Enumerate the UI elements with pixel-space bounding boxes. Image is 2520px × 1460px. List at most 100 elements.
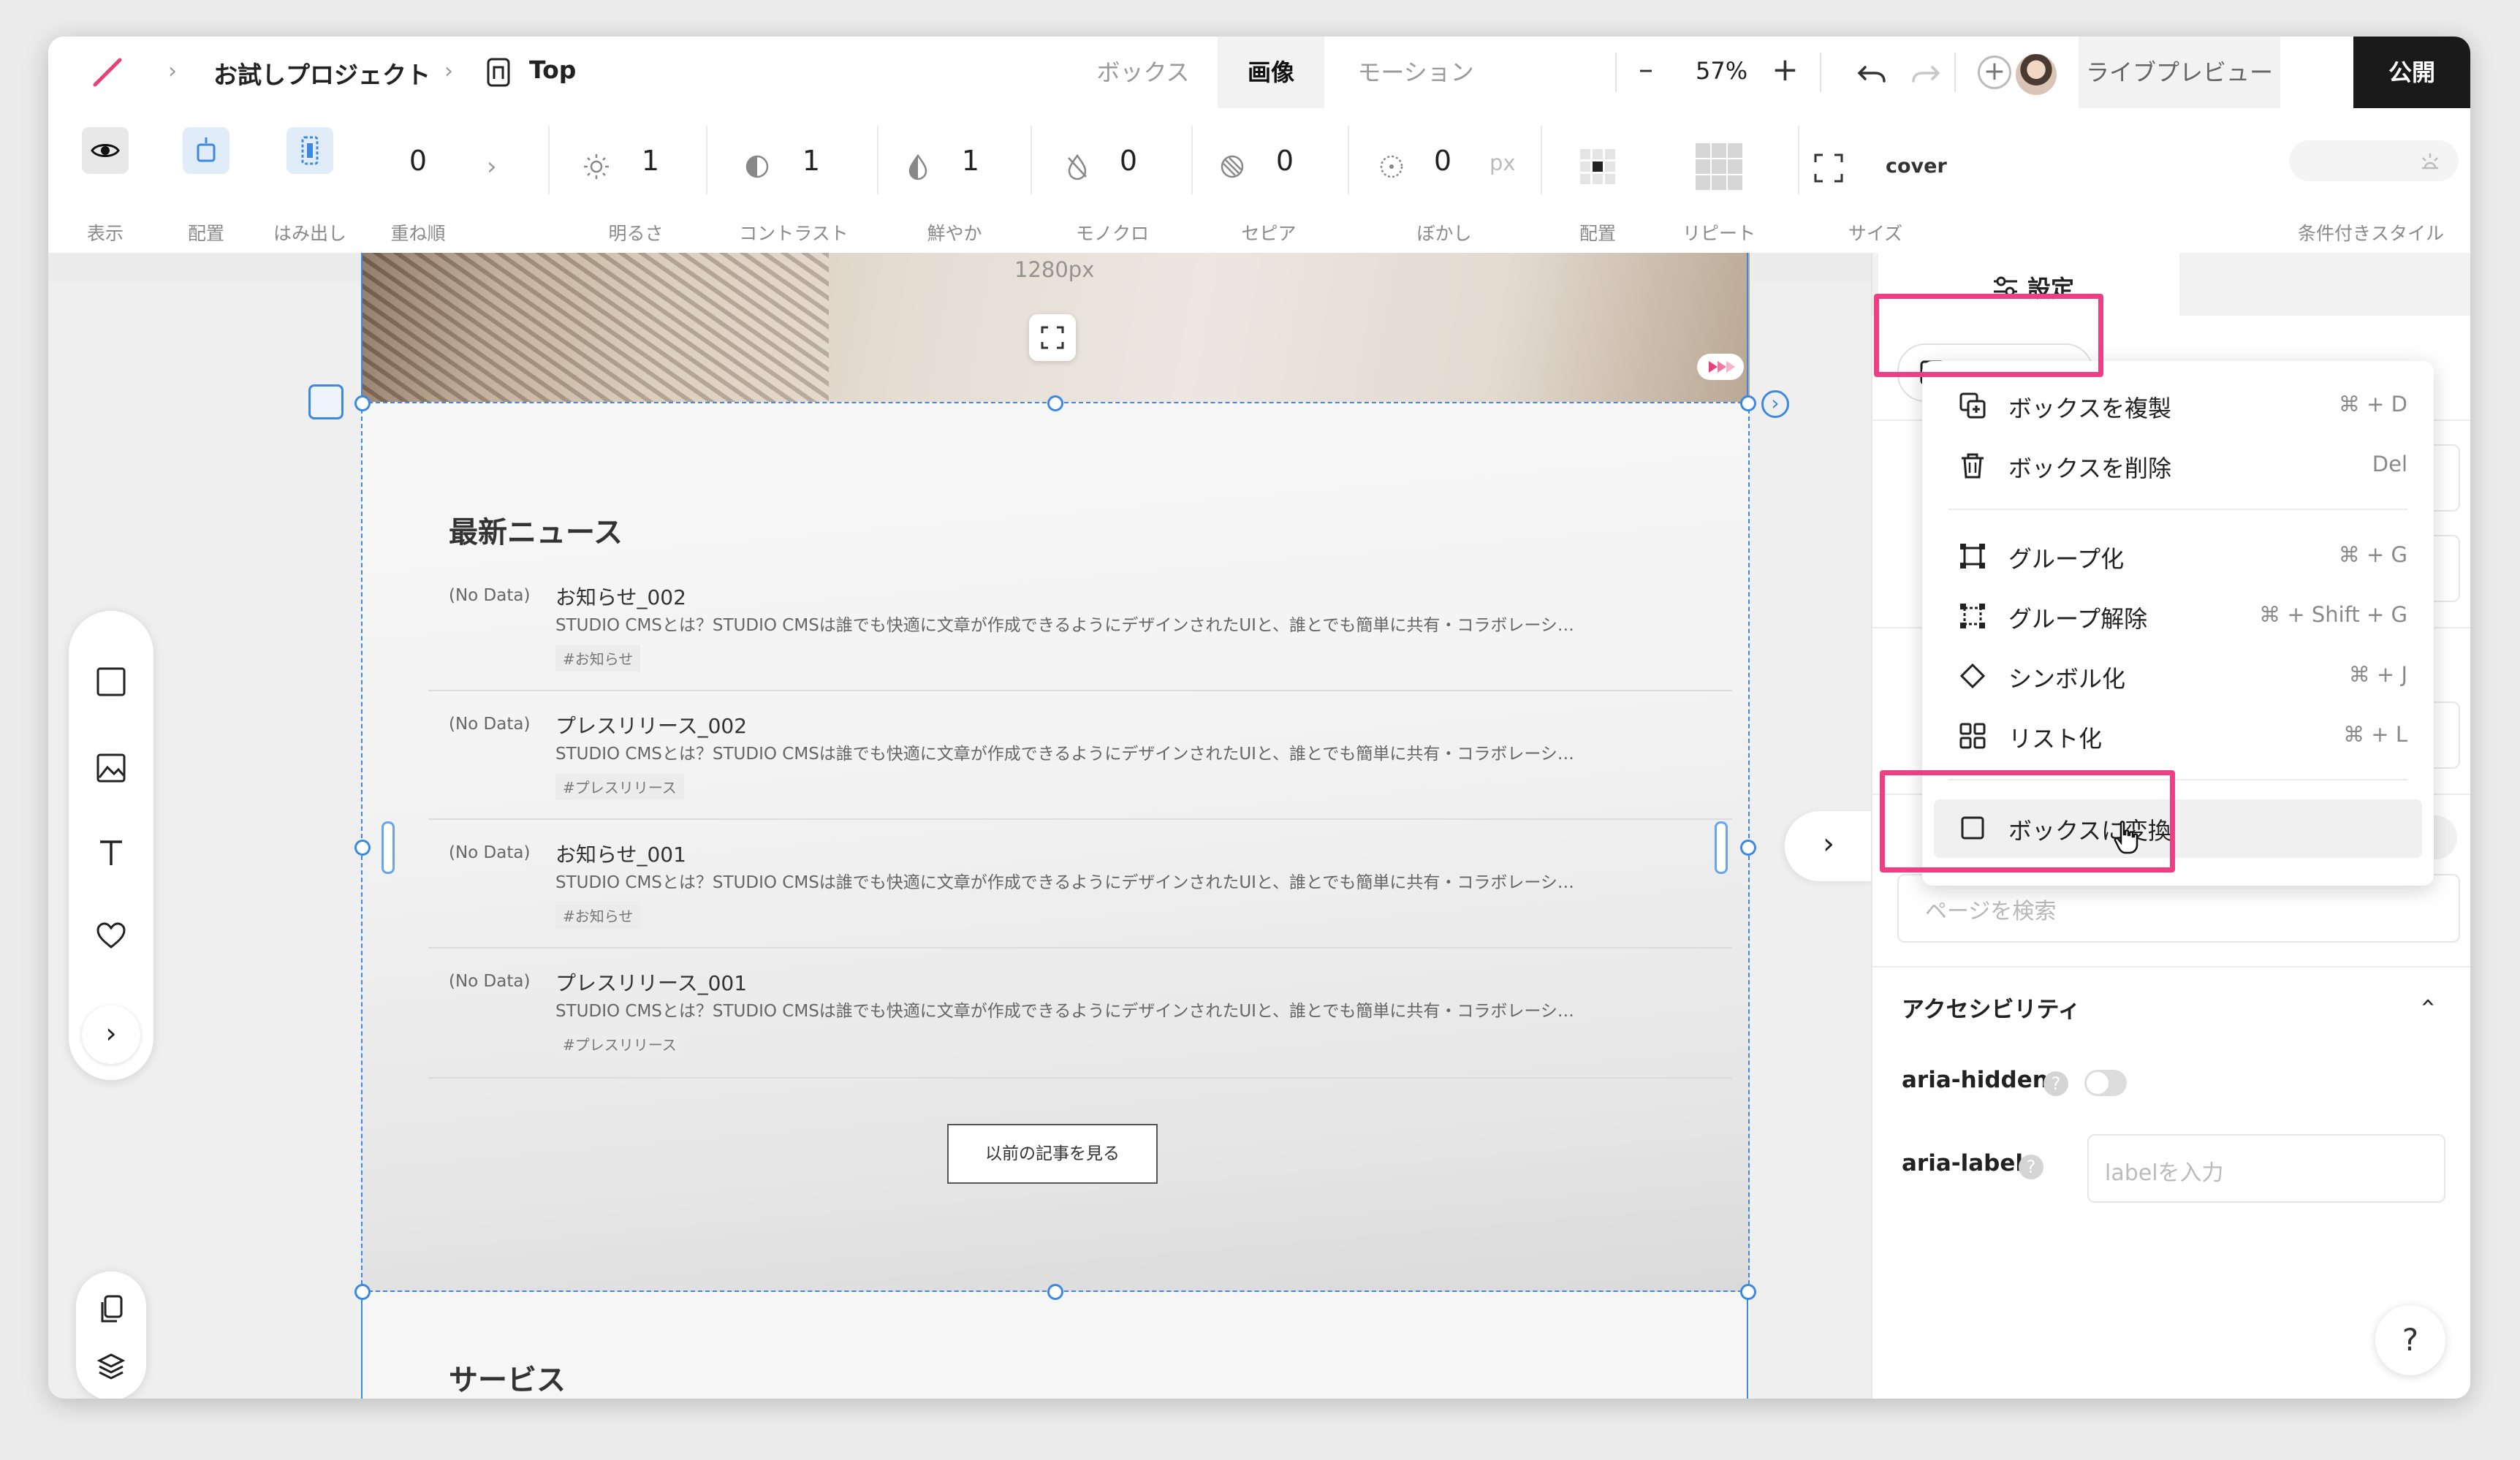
news-date: (No Data) — [449, 843, 531, 862]
sepia-value[interactable]: 0 — [1276, 145, 1294, 177]
toolbar-label: 表示 — [86, 223, 124, 244]
resize-handle[interactable] — [1047, 395, 1063, 411]
aria-label-input[interactable]: labelを入力 — [2087, 1134, 2445, 1203]
undo-icon[interactable] — [1856, 57, 1889, 86]
menu-item-label: グループ化 — [2008, 545, 2125, 573]
size-value[interactable]: cover — [1886, 155, 1947, 178]
resize-handle[interactable] — [354, 1284, 371, 1300]
publish-button[interactable]: 公開 — [2353, 37, 2470, 108]
box-tool-icon[interactable] — [96, 666, 126, 697]
blur-unit: px — [1489, 151, 1516, 175]
width-indicator: 1280px — [1014, 257, 1095, 282]
ungroup-icon — [1960, 604, 1985, 628]
chevron-up-icon[interactable]: › — [2413, 997, 2442, 1008]
panel-toggle-button[interactable]: › — [1785, 811, 1871, 881]
tab-motion[interactable]: モーション — [1324, 37, 1507, 108]
align-toggle[interactable] — [183, 127, 229, 174]
fullscreen-button[interactable] — [1029, 314, 1076, 361]
services-title[interactable]: サービス — [449, 1356, 566, 1399]
menu-item-symbolize[interactable]: シンボル化 ⌘ + J — [1922, 647, 2434, 704]
news-tag: #お知らせ — [555, 902, 641, 929]
duplicate-icon — [1959, 392, 1986, 419]
saturation-value[interactable]: 1 — [962, 145, 979, 177]
expand-palette-button[interactable]: › — [82, 1005, 140, 1064]
box-corner-toggle[interactable] — [308, 384, 344, 419]
divider — [1798, 126, 1799, 194]
menu-item-ungroup[interactable]: グループ解除 ⌘ + Shift + G — [1922, 588, 2434, 645]
resize-handle[interactable] — [1047, 1284, 1063, 1300]
text-tool-icon[interactable] — [96, 837, 126, 868]
menu-item-shortcut: ⌘ + G — [2338, 542, 2407, 567]
divider — [1872, 966, 2470, 967]
conditional-style-toggle[interactable] — [2289, 140, 2459, 181]
contrast-icon — [743, 152, 772, 181]
menu-item-duplicate[interactable]: ボックスを複製 ⌘ + D — [1922, 377, 2434, 434]
position-grid-icon[interactable] — [1577, 146, 1618, 187]
grayscale-value[interactable]: 0 — [1120, 145, 1137, 177]
breadcrumb-project[interactable]: お試しプロジェクト — [213, 56, 430, 91]
more-articles-button[interactable]: 以前の記事を見る — [947, 1124, 1158, 1184]
news-item-body: STUDIO CMSとは？STUDIO CMSは誰でも快適に文章が作成できるよう… — [555, 873, 1574, 892]
motion-badge-icon[interactable] — [1697, 354, 1744, 380]
divider — [428, 690, 1732, 691]
toolbar-label: セピア — [1241, 223, 1297, 244]
app-window: › お試しプロジェクト › Top ボックス 画像 モーション – 57% + … — [48, 37, 2470, 1399]
aria-hidden-toggle[interactable] — [2084, 1070, 2127, 1096]
help-icon[interactable]: ? — [2019, 1155, 2043, 1179]
padding-handle[interactable] — [1715, 821, 1728, 874]
image-tool-icon[interactable] — [96, 753, 126, 783]
resize-handle[interactable] — [354, 840, 371, 856]
zoom-in-button[interactable]: + — [1772, 51, 1799, 88]
zoom-out-button[interactable]: – — [1639, 53, 1653, 86]
layers-icon[interactable] — [96, 1352, 126, 1381]
divider — [706, 126, 707, 194]
menu-item-group[interactable]: グループ化 ⌘ + G — [1922, 528, 2434, 585]
studio-logo[interactable] — [89, 54, 126, 91]
divider — [1820, 53, 1821, 92]
sepia-icon — [1218, 152, 1247, 181]
menu-item-label: ボックスを削除 — [2008, 455, 2172, 482]
toolbar-label: はみ出し — [273, 223, 347, 244]
tab-image[interactable]: 画像 — [1218, 37, 1324, 108]
overflow-toggle[interactable] — [286, 127, 333, 174]
tab-box[interactable]: ボックス — [1070, 37, 1216, 108]
page-icon — [485, 57, 512, 88]
resize-handle[interactable] — [1740, 1284, 1756, 1300]
repeat-grid-icon[interactable] — [1694, 142, 1744, 191]
visibility-toggle[interactable] — [82, 127, 129, 174]
padding-handle[interactable] — [382, 821, 395, 874]
menu-item-delete[interactable]: ボックスを削除 Del — [1922, 437, 2434, 494]
zoom-level[interactable]: 57% — [1696, 57, 1747, 85]
resize-handle[interactable] — [1740, 395, 1756, 411]
heart-icon[interactable] — [96, 921, 126, 951]
pages-icon[interactable] — [96, 1293, 126, 1326]
add-member-button[interactable]: + — [1978, 56, 2011, 89]
next-arrow-icon[interactable]: › — [1761, 390, 1789, 418]
accessibility-title[interactable]: アクセシビリティ — [1902, 991, 2081, 1024]
menu-item-listify[interactable]: リスト化 ⌘ + L — [1922, 707, 2434, 764]
toolbar-label: サイズ — [1848, 223, 1903, 244]
brightness-value[interactable]: 1 — [642, 145, 659, 177]
design-canvas[interactable]: 1280px › 最新ニュース (No Data) お知らせ_002 STUDI… — [48, 253, 1871, 1399]
news-item-title: プレスリリース_001 — [555, 971, 748, 995]
z-index-value[interactable]: 0 — [409, 145, 427, 177]
toolbar-label: 重ね順 — [390, 223, 446, 244]
chevron-right-icon[interactable]: › — [487, 152, 497, 181]
news-title[interactable]: 最新ニュース — [449, 509, 623, 551]
menu-item-shortcut: ⌘ + Shift + G — [2259, 602, 2407, 627]
avatar[interactable] — [2014, 53, 2058, 96]
blur-value[interactable]: 0 — [1434, 145, 1451, 177]
news-item-body: STUDIO CMSとは？STUDIO CMSは誰でも快適に文章が作成できるよう… — [555, 1002, 1574, 1021]
breadcrumb-page[interactable]: Top — [529, 56, 576, 84]
help-button[interactable]: ? — [2375, 1305, 2445, 1375]
contrast-value[interactable]: 1 — [802, 145, 820, 177]
resize-handle[interactable] — [354, 395, 371, 411]
menu-item-label: シンボル化 — [2008, 665, 2126, 693]
menu-item-shortcut: Del — [2372, 452, 2407, 476]
live-preview-button[interactable]: ライブプレビュー — [2079, 37, 2280, 108]
toolbar-label: 配置 — [187, 223, 225, 244]
redo-icon[interactable] — [1909, 57, 1941, 86]
help-icon[interactable]: ? — [2043, 1071, 2068, 1096]
resize-handle[interactable] — [1740, 840, 1756, 856]
menu-item-shortcut: ⌘ + D — [2338, 392, 2407, 417]
